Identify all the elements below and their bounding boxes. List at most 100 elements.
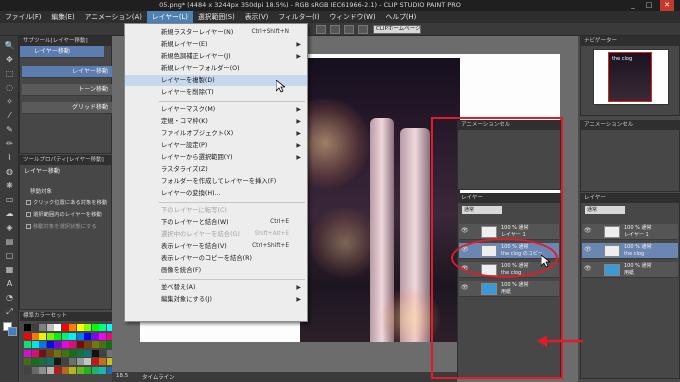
eraser-icon[interactable]: ▭ [3, 194, 16, 206]
color-swatch[interactable] [76, 358, 84, 365]
color-swatch[interactable] [54, 324, 61, 331]
color-swatch[interactable] [91, 349, 99, 357]
subtool-tab[interactable]: サブツール[レイヤー移動] [20, 37, 111, 46]
menu-layer[interactable]: レイヤー(L) [146, 11, 193, 23]
correction-icon[interactable]: ⤢ [3, 306, 16, 318]
color-swatch[interactable] [46, 349, 54, 357]
color-swatch[interactable] [69, 349, 76, 357]
color-swatch[interactable] [76, 349, 84, 357]
flip-icon[interactable] [330, 25, 340, 34]
layer-menu-item[interactable]: 新規レイヤーフォルダー(O) [125, 63, 307, 74]
color-swatch[interactable] [31, 358, 39, 365]
layer-menu-item[interactable]: レイヤーマスク(M) ▶ [125, 104, 307, 115]
color-swatch[interactable] [91, 332, 99, 340]
menu-view[interactable]: 表示(V) [240, 11, 274, 23]
menu-filter[interactable]: フィルター(I) [273, 11, 324, 23]
color-swatch[interactable] [24, 349, 31, 357]
color-swatch[interactable] [31, 349, 39, 357]
layer-tab-right[interactable]: レイヤー [581, 194, 679, 203]
color-swatch[interactable] [99, 324, 106, 331]
color-swatch[interactable] [54, 341, 61, 348]
grid-icon[interactable] [344, 25, 354, 34]
layer-menu-item[interactable]: 定規・コマ枠(K) ▶ [125, 116, 307, 127]
subtool-layer-move[interactable]: レイヤー移動 [22, 66, 112, 78]
move-icon[interactable]: ✥ [3, 54, 16, 66]
layer-menu-item[interactable]: 表示レイヤーを結合(V) Ctrl+Shift+E [125, 241, 307, 252]
color-swatch[interactable] [69, 332, 76, 340]
layer-menu-item[interactable]: 新規レイヤー(E) ▶ [125, 39, 307, 50]
close-button[interactable]: ✕ [660, 0, 674, 11]
color-swatch[interactable] [46, 332, 54, 340]
wand-icon[interactable]: ✧ [3, 96, 16, 108]
sub-color-swatch[interactable] [8, 327, 17, 336]
subtool-grid-move[interactable]: グリッド移動 [22, 102, 112, 114]
checkbox[interactable] [26, 200, 31, 205]
layer-row[interactable]: 👁 100 % 通常 用紙 [582, 262, 678, 278]
color-swatch[interactable] [91, 341, 99, 348]
rotate-icon[interactable] [316, 25, 326, 34]
color-swatch[interactable] [54, 349, 61, 357]
color-swatch[interactable] [39, 366, 46, 374]
color-swatch[interactable] [54, 332, 61, 340]
zoom-level[interactable]: 18.5 [116, 373, 128, 379]
layer-menu-item[interactable]: ファイルオブジェクト(X) ▶ [125, 128, 307, 139]
layer-menu-item[interactable]: レイヤー設定(P) ▶ [125, 140, 307, 151]
navigator-preview[interactable]: the clog [593, 49, 669, 105]
layer-menu-item[interactable]: 並べ替え(A) ▶ [125, 282, 307, 293]
color-swatch[interactable] [84, 366, 91, 374]
layer-row[interactable]: 👁 100 % 通常 the clog [582, 243, 678, 259]
menu-animation[interactable]: アニメーション(A) [80, 11, 147, 23]
color-swatch[interactable] [84, 358, 91, 365]
color-swatch[interactable] [24, 358, 31, 365]
color-swatch[interactable] [46, 324, 54, 331]
fill-icon[interactable]: ◈ [3, 222, 16, 234]
layer-menu-item[interactable]: 表示レイヤーのコピーを結合(R) [125, 253, 307, 264]
blend-icon[interactable]: ☁ [3, 208, 16, 220]
color-swatch[interactable] [99, 332, 106, 340]
color-swatch[interactable] [76, 324, 84, 331]
checkbox[interactable] [26, 212, 31, 217]
color-swatch[interactable] [46, 341, 54, 348]
color-swatch[interactable] [69, 341, 76, 348]
color-swatch[interactable] [39, 324, 46, 331]
layer-row[interactable]: 👁 100 % 通常 レイヤー 1 [582, 224, 678, 240]
color-swatch[interactable] [99, 349, 106, 357]
layer-menu-item[interactable]: 編集対象にする(J) ▶ [125, 294, 307, 305]
subtool-tone-move[interactable]: トーン移動 [22, 84, 112, 96]
color-swatch[interactable] [91, 366, 99, 374]
color-swatch[interactable] [69, 358, 76, 365]
color-swatch[interactable] [39, 358, 46, 365]
color-swatch[interactable] [39, 349, 46, 357]
layer-menu-item[interactable]: 新規色調補正レイヤー(J) ▶ [125, 51, 307, 62]
color-swatch[interactable] [61, 341, 69, 348]
layer-menu-item[interactable]: ラスタライズ(Z) [125, 164, 307, 175]
pencil-icon[interactable]: ✏ [3, 138, 16, 150]
frame-icon[interactable]: ▦ [3, 264, 16, 276]
blend-mode-select-right[interactable]: 通常 [585, 206, 625, 214]
text-icon[interactable]: A [3, 278, 16, 290]
layer-menu-item[interactable]: フォルダーを作成してレイヤーを挿入(F) [125, 176, 307, 187]
menu-edit[interactable]: 編集(E) [46, 11, 79, 23]
figure-icon[interactable]: ▢ [3, 250, 16, 262]
color-swatch[interactable] [46, 366, 54, 374]
color-swatch[interactable] [91, 358, 99, 365]
color-swatch[interactable] [39, 332, 46, 340]
color-swatch[interactable] [99, 358, 106, 365]
zoom-icon[interactable]: 🔍 [3, 40, 16, 52]
view-icon[interactable] [358, 25, 368, 34]
layer-menu-item[interactable]: 新規ラスターレイヤー(N) Ctrl+Shift+N [125, 27, 307, 38]
menu-window[interactable]: ウィンドウ(W) [324, 11, 380, 23]
option-selection-layers[interactable]: 選択範囲内のレイヤーを移動 [26, 211, 111, 220]
color-swatch[interactable] [61, 358, 69, 365]
eyedropper-icon[interactable]: ⁄ [3, 110, 16, 122]
layer-menu-item[interactable]: 画像を統合(F) [125, 265, 307, 276]
menu-help[interactable]: ヘルプ(H) [380, 11, 421, 23]
minimize-button[interactable]: _ [626, 0, 640, 11]
color-swatch[interactable] [61, 366, 69, 374]
color-swatch[interactable] [39, 341, 46, 348]
color-swatch[interactable] [61, 324, 69, 331]
color-swatch[interactable] [69, 366, 76, 374]
animation-tab-right[interactable]: アニメーションセル [581, 121, 679, 130]
homepage-button[interactable]: CLIPホームページ [373, 25, 421, 34]
option-click-target[interactable]: クリック位置にある対象を移動 [26, 199, 111, 208]
